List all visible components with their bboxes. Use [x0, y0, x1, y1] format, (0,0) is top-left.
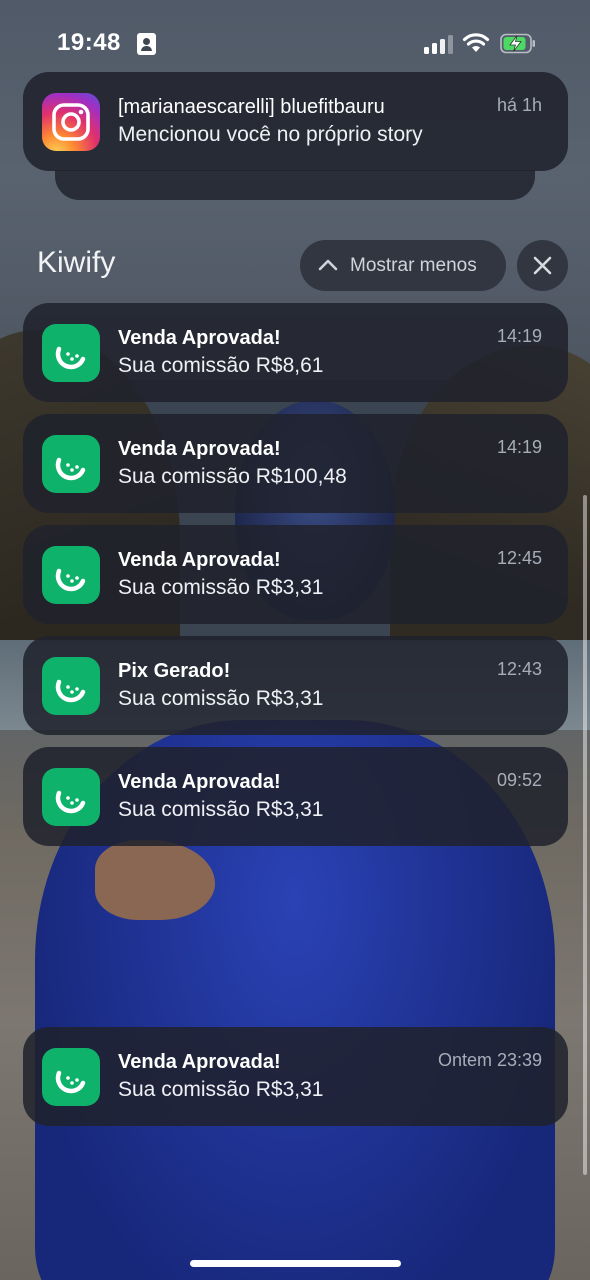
notification-time: há 1h — [496, 95, 542, 115]
cellular-signal-icon — [424, 34, 454, 54]
kiwify-icon — [42, 768, 100, 826]
notification-time: 09:52 — [496, 770, 542, 790]
notification-time: 12:45 — [496, 548, 542, 568]
notification-title: [marianaescarelli] bluefitbauru — [118, 96, 385, 118]
kiwify-notification[interactable]: Pix Gerado! Sua comissão R$3,31 12:43 — [23, 636, 568, 735]
notification-time: 12:43 — [496, 659, 542, 679]
kiwify-notification[interactable]: Venda Aprovada! Sua comissão R$3,31 09:5… — [23, 747, 568, 846]
chevron-up-icon — [318, 259, 338, 271]
kiwify-icon — [42, 324, 100, 382]
kiwify-notification[interactable]: Venda Aprovada! Sua comissão R$3,31 12:4… — [23, 525, 568, 624]
notification-title: Venda Aprovada! — [118, 1051, 281, 1073]
show-less-button[interactable]: Mostrar menos — [300, 240, 506, 291]
kiwify-icon — [42, 435, 100, 493]
clear-group-button[interactable] — [517, 240, 568, 291]
notification-title: Venda Aprovada! — [118, 438, 281, 460]
kiwify-notification[interactable]: Venda Aprovada! Sua comissão R$3,31 Onte… — [23, 1027, 568, 1126]
notification-group-title: Kiwify — [37, 246, 116, 279]
battery-charging-icon — [500, 33, 535, 54]
id-card-icon — [137, 33, 156, 55]
notification-body: Sua comissão R$3,31 — [118, 798, 324, 821]
kiwify-notification[interactable]: Venda Aprovada! Sua comissão R$100,48 14… — [23, 414, 568, 513]
kiwify-notification[interactable]: Venda Aprovada! Sua comissão R$8,61 14:1… — [23, 303, 568, 402]
notification-body: Sua comissão R$100,48 — [118, 465, 347, 488]
kiwify-icon — [42, 546, 100, 604]
notification-body: Sua comissão R$3,31 — [118, 1078, 324, 1101]
notification-time: 14:19 — [496, 326, 542, 346]
notification-body: Sua comissão R$3,31 — [118, 687, 324, 710]
home-indicator[interactable] — [190, 1260, 401, 1267]
notification-title: Venda Aprovada! — [118, 549, 281, 571]
notification-title: Pix Gerado! — [118, 660, 231, 682]
close-icon — [533, 256, 552, 275]
scrollbar[interactable] — [583, 495, 587, 1175]
notification-stack-edge — [55, 170, 535, 200]
notification-title: Venda Aprovada! — [118, 327, 281, 349]
instagram-notification[interactable]: [marianaescarelli] bluefitbauru Menciono… — [23, 72, 568, 171]
notification-time: 14:19 — [496, 437, 542, 457]
instagram-icon — [42, 93, 100, 151]
notification-body: Sua comissão R$3,31 — [118, 576, 324, 599]
notification-body: Sua comissão R$8,61 — [118, 354, 324, 377]
kiwify-icon — [42, 1048, 100, 1106]
wifi-icon — [462, 33, 490, 52]
status-time: 19:48 — [57, 29, 121, 56]
notification-title: Venda Aprovada! — [118, 771, 281, 793]
show-less-label: Mostrar menos — [350, 255, 477, 276]
kiwify-icon — [42, 657, 100, 715]
notification-time: Ontem 23:39 — [437, 1050, 542, 1070]
notification-body: Mencionou você no próprio story — [118, 123, 423, 146]
